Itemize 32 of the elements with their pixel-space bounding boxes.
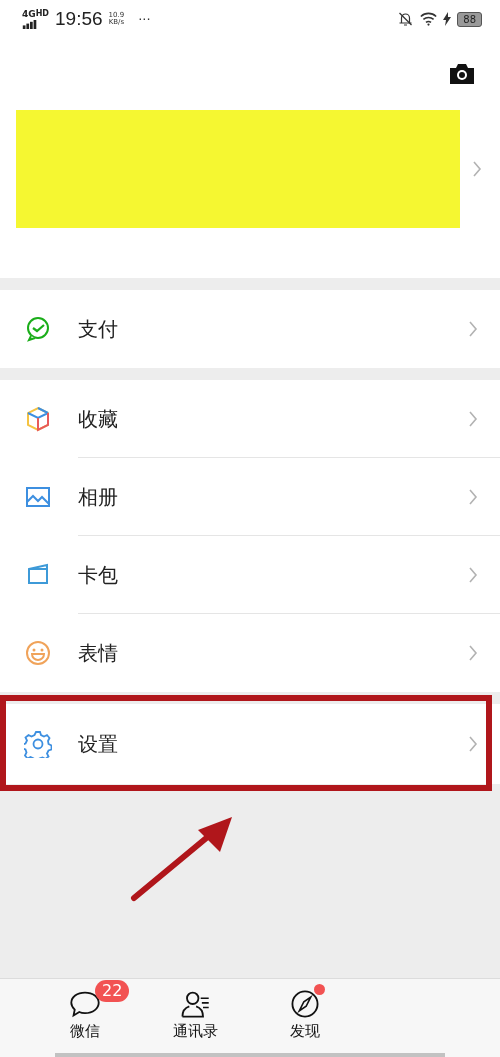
chevron-icon [468,735,478,753]
charging-icon [443,12,452,26]
camera-icon[interactable] [448,62,476,86]
wifi-icon [420,11,438,27]
signal-icon [22,19,38,29]
menu-item[interactable]: 支付 [0,290,500,368]
muted-bell-icon [397,11,415,27]
cube-icon [24,405,52,433]
menu-item[interactable]: 表情 [0,614,500,692]
menu-item[interactable]: 收藏 [0,380,500,458]
battery-indicator: 88 [457,11,482,27]
menu-item[interactable]: 相册 [0,458,500,536]
chevron-icon [468,410,478,428]
settings-icon [24,730,52,758]
compass-icon [289,988,321,1020]
unread-badge: 22 [95,980,130,1002]
smiley-icon [24,639,52,667]
chevron-icon [468,320,478,338]
tab[interactable]: 通讯录 [140,979,250,1050]
tab[interactable]: 发现 [250,979,360,1050]
menu-item[interactable]: 卡包 [0,536,500,614]
chevron-icon [468,488,478,506]
chevron-icon [472,160,482,178]
more-icon: ··· [138,11,151,27]
tab[interactable]: 22 微信 [30,979,140,1050]
chevron-icon [468,644,478,662]
chat-check-icon [24,315,52,343]
network-label: 4G [22,9,36,19]
network-label: HD [35,9,49,18]
clock: 19:56 [55,8,103,30]
menu-item[interactable]: 设置 [0,704,500,784]
chevron-icon [468,566,478,584]
